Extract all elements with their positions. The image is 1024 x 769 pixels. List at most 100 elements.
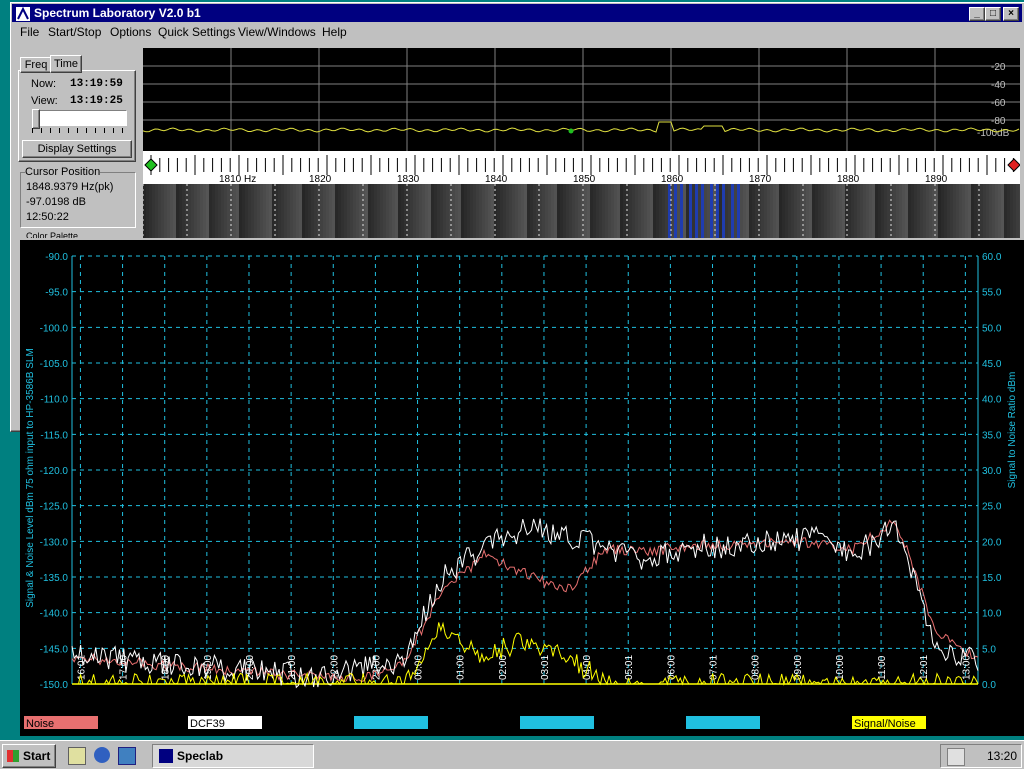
menu-help[interactable]: Help <box>322 25 347 39</box>
display-settings-button[interactable]: Display Settings <box>22 140 132 158</box>
y-right-tick-label: 35.0 <box>982 430 1002 441</box>
waterfall-display[interactable] <box>142 184 1022 238</box>
db-tick: -80 <box>991 116 1006 127</box>
taskbar-app-label: Speclab <box>177 749 224 763</box>
y-right-tick-label: 20.0 <box>982 537 1002 548</box>
y-left-tick-label: -140.0 <box>40 609 69 620</box>
left-freq-marker <box>144 158 158 172</box>
system-tray: 13:20 <box>940 744 1022 768</box>
y-right-tick-label: 50.0 <box>982 323 1002 334</box>
frequency-scale[interactable]: 1810 Hz 1820 1830 1840 1850 1860 1870 18… <box>143 151 1021 185</box>
x-tick-label: 01:00 <box>456 655 467 680</box>
y-right-tick-label: 40.0 <box>982 395 1002 406</box>
desktop-icon[interactable] <box>68 747 86 765</box>
legend-item: Noise <box>24 716 98 730</box>
tab-freq[interactable]: Freq <box>20 57 52 73</box>
windows-logo-icon <box>7 750 19 762</box>
spectrum-svg: -20 -40 -60 -80 -100dB <box>142 48 1020 151</box>
y-right-tick-label: 25.0 <box>982 502 1002 513</box>
right-freq-marker <box>1007 158 1021 172</box>
title-bar[interactable]: Spectrum Laboratory V2.0 b1 _ □ × <box>12 4 1022 22</box>
x-tick-label: 02:00 <box>498 655 509 680</box>
time-slider-thumb[interactable] <box>32 109 40 129</box>
y-left-tick-label: -130.0 <box>40 537 69 548</box>
freq-tick-label: 1830 <box>397 174 420 184</box>
cursor-time: 12:50:22 <box>26 211 69 223</box>
freq-tick-label: 1820 <box>309 174 332 184</box>
y-right-tick-label: 10.0 <box>982 609 1002 620</box>
x-tick-label: 10:00 <box>835 655 846 680</box>
y-left-tick-label: -135.0 <box>40 573 69 584</box>
legend-swatch <box>686 716 760 729</box>
legend-item <box>520 716 594 729</box>
y-right-tick-label: 60.0 <box>982 252 1002 263</box>
x-tick-label: 11:00 <box>877 655 888 680</box>
now-value: 13:19:59 <box>70 78 123 90</box>
y-left-tick-label: -100.0 <box>40 323 69 334</box>
y-left-tick-label: -150.0 <box>40 680 69 691</box>
freq-tick-label: 1810 Hz <box>219 174 256 184</box>
menu-bar: File Start/Stop Options Quick Settings V… <box>12 22 1022 42</box>
legend-item: DCF39 <box>188 716 262 730</box>
y-right-tick-label: 45.0 <box>982 359 1002 370</box>
y-right-axis-title: Signal to Noise Ratio dBm <box>1007 372 1018 489</box>
time-slider[interactable] <box>33 110 127 126</box>
freq-tick-label: 1850 <box>573 174 596 184</box>
menu-options[interactable]: Options <box>110 25 151 39</box>
window-title: Spectrum Laboratory V2.0 b1 <box>34 6 201 20</box>
volume-icon[interactable] <box>947 748 965 766</box>
db-tick: -60 <box>991 98 1006 109</box>
x-tick-label: 12:01 <box>919 655 930 680</box>
slider-ticks <box>32 128 126 133</box>
freq-tick-label: 1860 <box>661 174 684 184</box>
start-button[interactable]: Start <box>2 744 56 768</box>
cursor-db: -97.0198 dB <box>26 196 86 208</box>
y-right-tick-label: 0.0 <box>982 680 996 691</box>
taskbar-app-speclab[interactable]: Speclab <box>152 744 314 768</box>
spectrum-display[interactable]: -20 -40 -60 -80 -100dB <box>142 48 1020 151</box>
x-tick-label: 05:01 <box>624 655 635 680</box>
y-left-tick-label: -95.0 <box>45 288 68 299</box>
menu-quick-settings[interactable]: Quick Settings <box>158 25 235 39</box>
close-button[interactable]: × <box>1003 7 1019 21</box>
tab-time[interactable]: Time <box>50 55 82 73</box>
y-left-tick-label: -90.0 <box>45 252 68 263</box>
maximize-button[interactable]: □ <box>985 7 1001 21</box>
spectrum-trace <box>142 121 1020 133</box>
clock: 13:20 <box>987 749 1018 763</box>
y-left-tick-label: -115.0 <box>40 430 68 441</box>
y-right-tick-label: 5.0 <box>982 644 996 655</box>
y-left-tick-label: -105.0 <box>40 359 69 370</box>
freq-tick-label: 1870 <box>749 174 772 184</box>
menu-file[interactable]: File <box>20 25 39 39</box>
y-right-tick-label: 15.0 <box>982 573 1002 584</box>
channels-icon[interactable] <box>118 747 136 765</box>
db-tick: -20 <box>991 62 1006 73</box>
app-icon <box>15 6 31 22</box>
freq-tick-label: 1880 <box>837 174 860 184</box>
legend-item <box>686 716 760 729</box>
legend-swatch <box>520 716 594 729</box>
menu-view-windows[interactable]: View/Windows <box>238 25 316 39</box>
start-label: Start <box>23 749 51 763</box>
y-left-tick-label: -145.0 <box>40 644 69 655</box>
cursor-marker <box>568 128 574 134</box>
y-left-tick-label: -110.0 <box>40 395 68 406</box>
browser-icon[interactable] <box>94 747 110 763</box>
freq-tick-label: 1840 <box>485 174 508 184</box>
now-label: Now: <box>31 78 57 90</box>
y-left-axis-title: Signal & Noise Level dBm 75 ohm input to… <box>25 348 36 608</box>
legend-item <box>354 716 428 729</box>
cursor-freq: 1848.9379 Hz(pk) <box>26 181 114 193</box>
x-tick-label: 13:00 <box>961 655 972 680</box>
menu-start-stop[interactable]: Start/Stop <box>48 25 101 39</box>
legend-label: Signal/Noise <box>854 718 916 730</box>
legend-swatch <box>354 716 428 729</box>
x-tick-label: 09:00 <box>793 655 804 680</box>
color-palette-label: Color Palette <box>26 231 79 238</box>
view-label: View: <box>31 95 58 107</box>
cursor-group-label: Cursor Position <box>25 166 101 178</box>
y-left-tick-label: -120.0 <box>40 466 69 477</box>
minimize-button[interactable]: _ <box>969 7 985 21</box>
x-tick-label: 00:00 <box>414 655 425 680</box>
